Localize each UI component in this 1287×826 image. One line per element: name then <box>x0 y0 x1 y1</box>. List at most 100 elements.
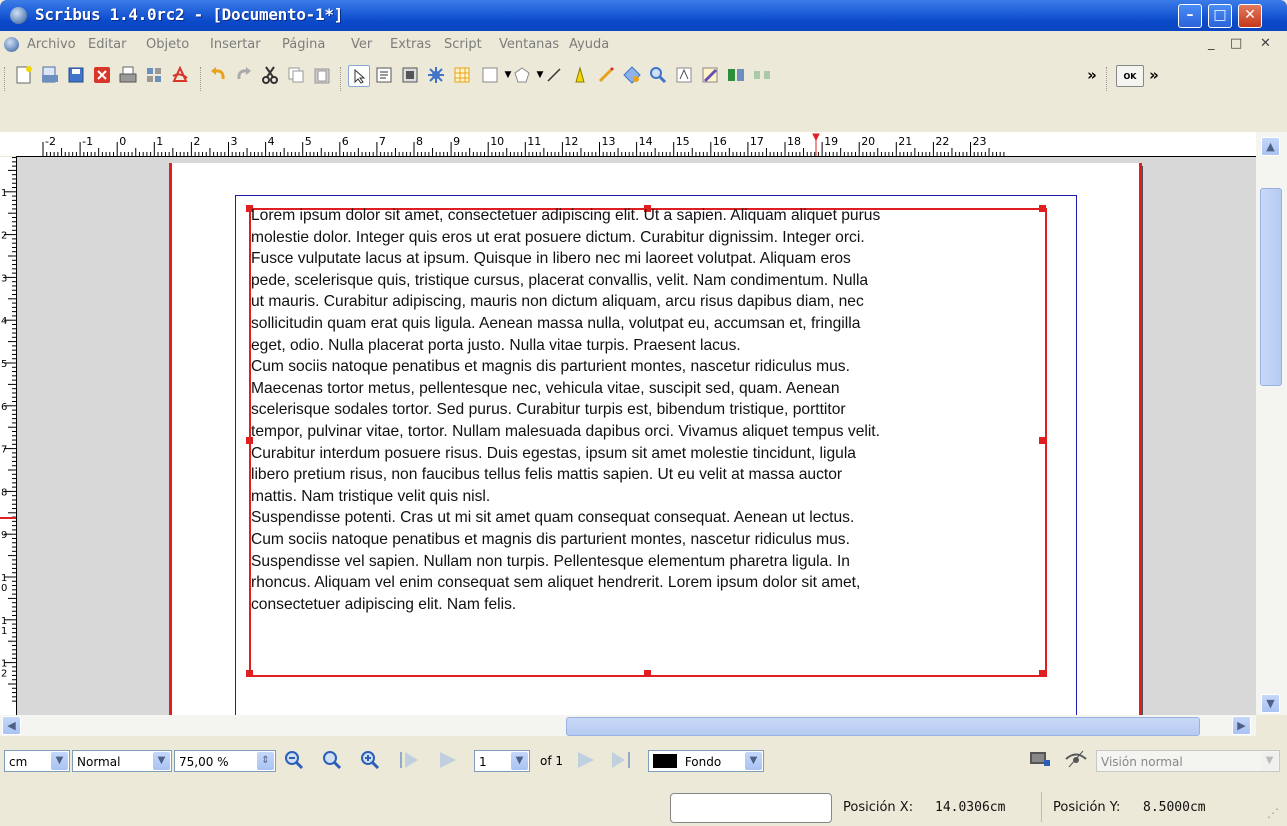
bezier-curve-icon[interactable] <box>570 65 590 85</box>
freehand-line-icon[interactable] <box>596 65 616 85</box>
menu-pagina[interactable]: Página <box>282 37 325 52</box>
preflight-verifier-icon[interactable] <box>144 65 164 85</box>
mdi-minimize-button[interactable]: _ <box>1208 36 1215 51</box>
unlink-text-frames-icon[interactable] <box>752 65 772 85</box>
frame-text-content[interactable]: Lorem ipsum dolor sit amet, consectetuer… <box>251 205 1045 615</box>
next-page-icon[interactable] <box>574 750 596 774</box>
render-frame-icon[interactable] <box>426 65 446 85</box>
ruler-tick-label: 2 <box>193 135 200 148</box>
image-quality-chevron-down-icon[interactable]: ▼ <box>153 752 170 770</box>
scroll-down-button[interactable]: ▼ <box>1261 694 1280 713</box>
horizontal-scroll-thumb[interactable] <box>566 717 1200 736</box>
cut-icon[interactable] <box>260 65 280 85</box>
zoom-100-icon[interactable] <box>322 750 342 774</box>
pdf-export-icon[interactable] <box>170 65 190 85</box>
undo-icon[interactable] <box>208 65 228 85</box>
toolbar-overflow-button[interactable]: » <box>1082 65 1102 85</box>
scroll-up-button[interactable]: ▲ <box>1261 137 1280 156</box>
polygon-icon[interactable] <box>512 65 532 85</box>
mdi-restore-button[interactable]: □ <box>1230 36 1242 51</box>
rotate-item-icon[interactable] <box>622 65 642 85</box>
vertical-scroll-thumb[interactable] <box>1260 188 1282 386</box>
view-mode-chevron-down-icon[interactable]: ▼ <box>1261 752 1278 770</box>
menu-script[interactable]: Script <box>444 37 482 52</box>
frame-handle-bottom-right[interactable] <box>1039 670 1046 677</box>
menu-ayuda[interactable]: Ayuda <box>569 37 609 52</box>
close-button[interactable]: ✕ <box>1238 4 1262 28</box>
unit-chevron-down-icon[interactable]: ▼ <box>51 752 68 770</box>
layer-chevron-down-icon[interactable]: ▼ <box>745 752 762 770</box>
menu-objeto[interactable]: Objeto <box>146 37 189 52</box>
document-canvas[interactable]: Lorem ipsum dolor sit amet, consectetuer… <box>17 157 1256 715</box>
ruler-tick-label: 3 <box>231 135 238 148</box>
first-page-icon[interactable] <box>398 750 420 774</box>
link-text-frames-icon[interactable] <box>726 65 746 85</box>
menu-extras[interactable]: Extras <box>390 37 431 52</box>
minimize-button[interactable]: – <box>1178 4 1202 28</box>
scroll-left-button[interactable]: ◀ <box>2 716 21 735</box>
visual-appearance-value: Visión normal <box>1101 755 1183 769</box>
close-document-icon[interactable] <box>92 65 112 85</box>
mdi-close-button[interactable]: ✕ <box>1260 36 1271 51</box>
frame-handle-bottom-left[interactable] <box>246 670 253 677</box>
ruler-tick-label: 7 <box>379 135 386 148</box>
ruler-tick-label: 12 <box>564 135 578 148</box>
ruler-tick-label: 14 <box>639 135 653 148</box>
ruler-tick-label: 13 <box>602 135 616 148</box>
paste-icon[interactable] <box>312 65 332 85</box>
zoom-spinner-icon[interactable]: ⇕ <box>257 752 274 770</box>
vertical-ruler[interactable]: 123456789101112 <box>0 157 17 715</box>
new-document-icon[interactable] <box>14 65 34 85</box>
ruler-tick-label: 3 <box>1 273 7 284</box>
zoom-input[interactable]: 75,00 % ⇕ <box>174 750 276 772</box>
scribus-app-icon[interactable] <box>10 7 27 24</box>
eye-icon[interactable] <box>1064 750 1088 772</box>
zoom-in-icon[interactable] <box>360 750 380 774</box>
menu-ver[interactable]: Ver <box>351 37 372 52</box>
resize-grip[interactable]: ⋰ <box>1267 806 1279 820</box>
vertical-scrollbar[interactable]: ▲ ▼ <box>1256 132 1287 715</box>
menu-ventanas[interactable]: Ventanas <box>499 37 559 52</box>
menu-insertar[interactable]: Insertar <box>210 37 261 52</box>
image-frame-icon[interactable] <box>400 65 420 85</box>
menu-archivo[interactable]: Archivo <box>27 37 76 52</box>
menu-editar[interactable]: Editar <box>88 37 127 52</box>
shape-icon[interactable] <box>480 65 500 85</box>
table-icon[interactable] <box>452 65 472 85</box>
unit-select[interactable]: cm ▼ <box>4 750 70 772</box>
page-chevron-down-icon[interactable]: ▼ <box>511 752 528 770</box>
maximize-button[interactable]: □ <box>1208 4 1232 28</box>
page-bleed-guide-left <box>169 163 172 715</box>
document-menu-icon[interactable] <box>4 37 19 52</box>
preview-mode-icon[interactable] <box>1028 750 1052 772</box>
window-title-bar[interactable]: Scribus 1.4.0rc2 - [Documento-1*] – □ ✕ <box>0 0 1287 31</box>
select-item-icon[interactable] <box>348 65 370 87</box>
ruler-tick-label: 6 <box>1 402 7 413</box>
ok-button[interactable]: OK <box>1116 65 1144 87</box>
text-frame-icon[interactable] <box>374 65 394 85</box>
edit-text-story-icon[interactable] <box>700 65 720 85</box>
print-icon[interactable] <box>118 65 138 85</box>
save-document-icon[interactable] <box>66 65 86 85</box>
line-icon[interactable] <box>544 65 564 85</box>
ruler-tick-label: 21 <box>898 135 912 148</box>
zoom-icon[interactable] <box>648 65 668 85</box>
toolbar-overflow-button-2[interactable]: » <box>1144 65 1164 85</box>
zoom-out-icon[interactable] <box>284 750 304 774</box>
ruler-tick-label: 5 <box>1 359 7 370</box>
visual-appearance-select[interactable]: Visión normal ▼ <box>1096 750 1280 772</box>
last-page-icon[interactable] <box>610 750 632 774</box>
frame-handle-bottom-middle[interactable] <box>644 670 651 677</box>
copy-icon[interactable] <box>286 65 306 85</box>
ruler-corner[interactable] <box>0 132 16 156</box>
scroll-right-button[interactable]: ▶ <box>1232 716 1251 735</box>
redo-icon[interactable] <box>234 65 254 85</box>
layer-select[interactable]: Fondo ▼ <box>648 750 764 772</box>
horizontal-ruler[interactable]: -2 -1 0 1 2 3 4 5 6 7 8 9 10 11 12 13 14 15 16 17 18 19 20 21 22… <box>16 132 1256 157</box>
image-preview-quality-select[interactable]: Normal ▼ <box>72 750 172 772</box>
edit-contents-icon[interactable] <box>674 65 694 85</box>
horizontal-scrollbar[interactable]: ◀ ▶ <box>0 715 1256 736</box>
open-document-icon[interactable] <box>40 65 60 85</box>
previous-page-icon[interactable] <box>436 750 458 774</box>
page-number-select[interactable]: 1 ▼ <box>474 750 530 772</box>
